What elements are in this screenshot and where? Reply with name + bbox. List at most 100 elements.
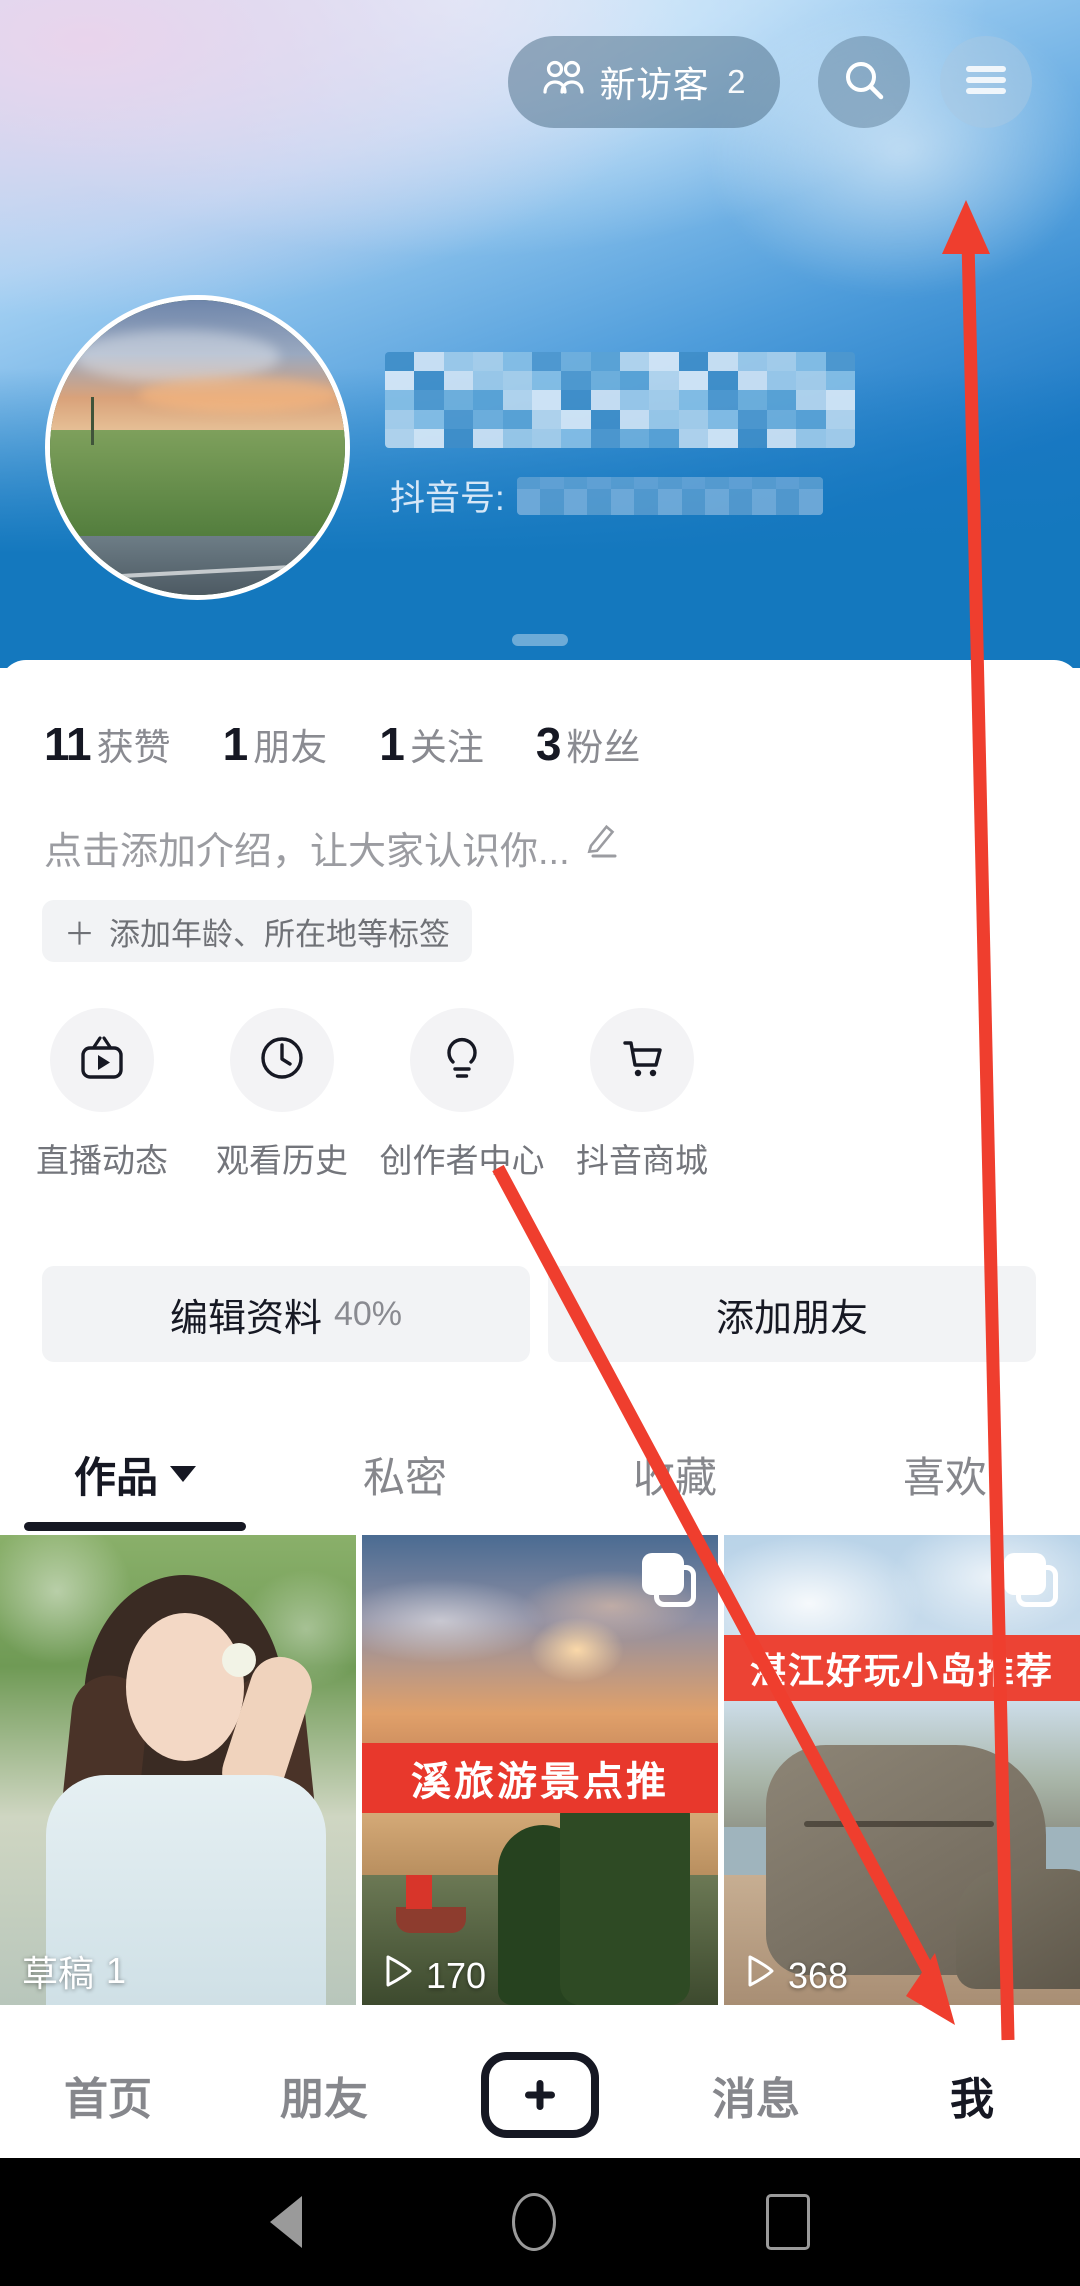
sheet-drag-handle[interactable] bbox=[512, 634, 568, 646]
draft-count: 1 bbox=[106, 1950, 127, 1991]
quick-action-live[interactable]: 直播动态 bbox=[12, 1008, 192, 1182]
quick-action-history[interactable]: 观看历史 bbox=[192, 1008, 372, 1182]
search-button[interactable] bbox=[818, 36, 910, 128]
draft-label: 草稿 bbox=[22, 1953, 95, 1994]
edit-profile-label: 编辑资料 bbox=[169, 1297, 322, 1340]
avatar[interactable] bbox=[45, 295, 350, 600]
add-tags-button[interactable]: ＋ 添加年龄、所在地等标签 bbox=[42, 900, 472, 962]
plus-create-icon bbox=[481, 2052, 599, 2138]
thumbnail-art bbox=[222, 1643, 256, 1677]
play-icon bbox=[746, 1954, 776, 1997]
tab-label: 收藏 bbox=[632, 1453, 717, 1501]
tab-label: 作品 bbox=[73, 1453, 158, 1501]
chevron-down-icon bbox=[170, 1466, 196, 1482]
douyin-profile-screen: 新访客 2 抖音号: 11 获赞 1 朋友 1 关注 3 粉丝 点击添加介绍，让… bbox=[0, 0, 1080, 2286]
avatar-art-sunglow bbox=[138, 376, 340, 413]
stat-value: 3 bbox=[535, 718, 562, 770]
pencil-icon bbox=[584, 823, 624, 873]
stat-value: 1 bbox=[222, 718, 249, 770]
play-count: 170 bbox=[384, 1954, 486, 1997]
quick-action-creator-center[interactable]: 创作者中心 bbox=[372, 1008, 552, 1182]
thumbnail-art bbox=[956, 1869, 1080, 1989]
nav-item-me[interactable]: 我 bbox=[864, 2063, 1080, 2127]
avatar-art-road bbox=[50, 536, 345, 595]
square-recents-icon[interactable] bbox=[766, 2194, 810, 2250]
thumbnail-art bbox=[512, 1605, 642, 1695]
thumbnail-art bbox=[804, 1821, 994, 1827]
quick-action-label: 抖音商城 bbox=[576, 1142, 708, 1179]
stat-label: 朋友 bbox=[253, 727, 328, 768]
grid-item-video-2[interactable]: 湛江好玩小岛推荐 368 bbox=[724, 1535, 1080, 2005]
add-friend-label: 添加朋友 bbox=[715, 1297, 868, 1340]
quick-action-icon-bg bbox=[230, 1008, 334, 1112]
tab-active-underline bbox=[24, 1522, 246, 1531]
tab-private[interactable]: 私密 bbox=[270, 1444, 540, 1505]
add-tags-label: 添加年龄、所在地等标签 bbox=[109, 916, 450, 952]
android-system-navigation bbox=[0, 2158, 1080, 2286]
play-count-value: 170 bbox=[426, 1954, 487, 1996]
menu-button[interactable] bbox=[940, 36, 1032, 128]
nav-item-friends[interactable]: 朋友 bbox=[216, 2063, 432, 2127]
new-visitors-count: 2 bbox=[727, 63, 746, 100]
thumbnail-art bbox=[396, 1907, 466, 1933]
circle-home-icon[interactable] bbox=[512, 2193, 556, 2251]
profile-action-buttons: 编辑资料 40% 添加朋友 bbox=[42, 1266, 1036, 1362]
bottom-navigation-bar: 首页 朋友 消息 我 bbox=[0, 2032, 1080, 2158]
stat-followers[interactable]: 3 粉丝 bbox=[536, 717, 641, 771]
nav-item-create[interactable] bbox=[432, 2052, 648, 2138]
add-friend-button[interactable]: 添加朋友 bbox=[548, 1266, 1036, 1362]
hamburger-menu-icon bbox=[963, 63, 1009, 102]
plus-icon: ＋ bbox=[64, 916, 95, 952]
multi-image-badge-icon bbox=[1004, 1553, 1058, 1607]
stat-following[interactable]: 1 关注 bbox=[379, 717, 484, 771]
nav-item-home[interactable]: 首页 bbox=[0, 2063, 216, 2127]
quick-action-label: 直播动态 bbox=[36, 1142, 168, 1179]
draft-badge: 草稿 1 bbox=[22, 1945, 126, 1997]
display-name-redacted bbox=[385, 352, 855, 448]
top-action-bar: 新访客 2 bbox=[0, 36, 1080, 128]
stat-label: 关注 bbox=[409, 727, 484, 768]
nav-label: 消息 bbox=[712, 2075, 800, 2124]
douyin-id-row[interactable]: 抖音号: bbox=[390, 470, 823, 521]
quick-action-icon-bg bbox=[590, 1008, 694, 1112]
stat-friends[interactable]: 1 朋友 bbox=[223, 717, 328, 771]
lightbulb-icon bbox=[435, 1031, 489, 1090]
tab-works[interactable]: 作品 bbox=[0, 1444, 270, 1505]
grid-item-video-1[interactable]: 溪旅游景点推 170 bbox=[362, 1535, 718, 2005]
new-visitors-button[interactable]: 新访客 2 bbox=[507, 36, 780, 128]
triangle-back-icon[interactable] bbox=[270, 2196, 302, 2248]
quick-action-mall[interactable]: 抖音商城 bbox=[552, 1008, 732, 1182]
stat-likes[interactable]: 11 获赞 bbox=[44, 717, 171, 771]
thumbnail-overlay-text: 溪旅游景点推 bbox=[362, 1743, 718, 1813]
tab-favorites[interactable]: 收藏 bbox=[540, 1444, 810, 1505]
quick-action-icon-bg bbox=[410, 1008, 514, 1112]
tv-live-icon bbox=[75, 1031, 129, 1090]
stats-row: 11 获赞 1 朋友 1 关注 3 粉丝 bbox=[44, 717, 692, 771]
tab-label: 喜欢 bbox=[902, 1453, 987, 1501]
bio-placeholder-text: 点击添加介绍，让大家认识你... bbox=[44, 831, 570, 873]
avatar-art-cloud bbox=[73, 329, 281, 383]
edit-profile-percent: 40% bbox=[333, 1294, 403, 1333]
thumbnail-art bbox=[406, 1875, 432, 1909]
stat-value: 11 bbox=[44, 718, 92, 770]
bio-add-button[interactable]: 点击添加介绍，让大家认识你... bbox=[44, 820, 624, 875]
grid-item-draft[interactable]: 草稿 1 bbox=[0, 1535, 356, 2005]
douyin-id-label: 抖音号: bbox=[390, 479, 505, 518]
tab-likes[interactable]: 喜欢 bbox=[810, 1444, 1080, 1505]
stat-label: 获赞 bbox=[96, 727, 171, 768]
nav-label: 首页 bbox=[64, 2075, 152, 2124]
nav-label: 我 bbox=[950, 2075, 994, 2124]
shopping-cart-icon bbox=[615, 1031, 669, 1090]
play-count-value: 368 bbox=[788, 1954, 849, 1996]
quick-action-icon-bg bbox=[50, 1008, 154, 1112]
multi-image-badge-icon bbox=[642, 1553, 696, 1607]
quick-actions-row: 直播动态 观看历史 创作者中心 抖音商城 bbox=[0, 1008, 1080, 1182]
new-visitors-label: 新访客 bbox=[599, 64, 710, 105]
nav-item-messages[interactable]: 消息 bbox=[648, 2063, 864, 2127]
people-icon bbox=[542, 60, 584, 105]
stat-label: 粉丝 bbox=[566, 727, 641, 768]
profile-content-sheet: 11 获赞 1 朋友 1 关注 3 粉丝 点击添加介绍，让大家认识你... ＋ … bbox=[0, 660, 1080, 2060]
play-icon bbox=[384, 1954, 414, 1997]
edit-profile-button[interactable]: 编辑资料 40% bbox=[42, 1266, 530, 1362]
thumbnail-overlay-text: 湛江好玩小岛推荐 bbox=[724, 1635, 1080, 1701]
